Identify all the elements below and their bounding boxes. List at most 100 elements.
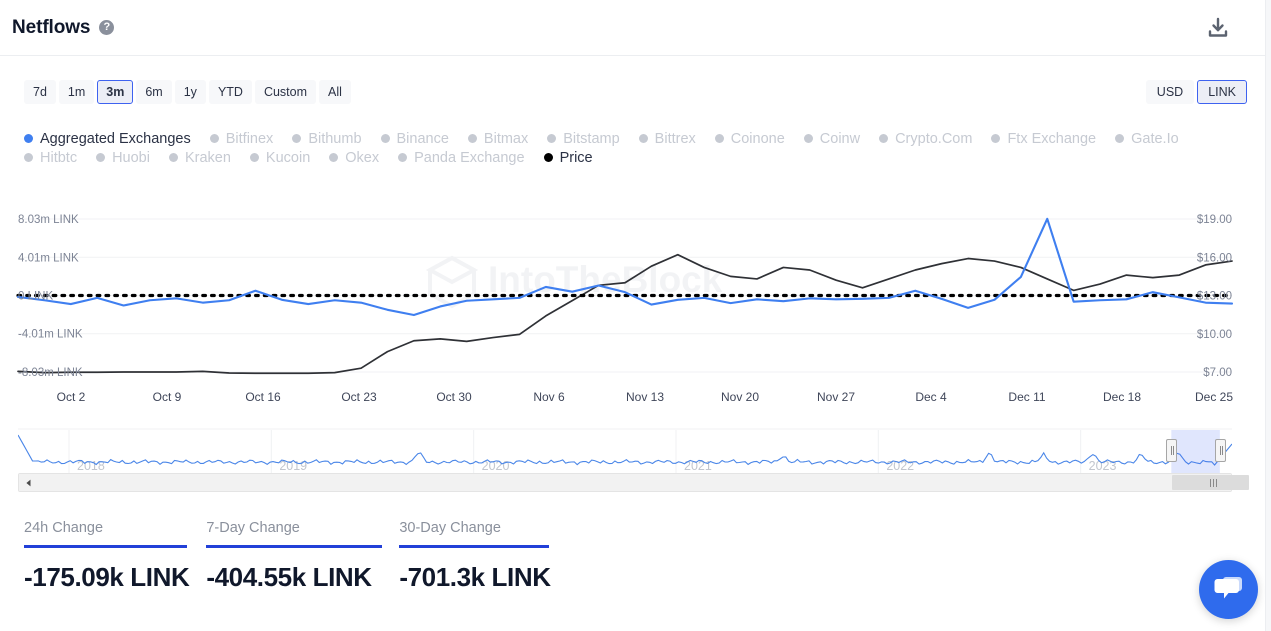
navigator-left-handle[interactable] — [1166, 439, 1178, 462]
svg-text:Oct 30: Oct 30 — [436, 390, 472, 404]
legend-item-label: Kucoin — [265, 149, 311, 166]
download-icon[interactable] — [1207, 17, 1229, 39]
legend-dot-icon — [168, 153, 178, 162]
legend-dot-icon — [638, 134, 648, 143]
stat-label: 30-Day Change — [399, 520, 501, 536]
legend-item-ftx-exchange[interactable]: Ftx Exchange — [991, 129, 1096, 148]
question-mark-icon[interactable]: ? — [99, 20, 115, 35]
stat-label: 7-Day Change — [206, 520, 300, 536]
svg-text:Nov 27: Nov 27 — [817, 390, 855, 404]
legend-dot-icon — [292, 134, 302, 143]
legend-item-gate-io[interactable]: Gate.Io — [1115, 129, 1179, 148]
svg-text:Oct 23: Oct 23 — [341, 390, 377, 404]
legend-item-label: Gate.Io — [1131, 130, 1179, 147]
svg-text:$7.00: $7.00 — [1203, 367, 1232, 379]
unit-button-usd[interactable]: USD — [1145, 80, 1195, 104]
legend-item-bitfinex[interactable]: Bitfinex — [209, 129, 274, 148]
stat-label: 24h Change — [24, 520, 104, 536]
svg-text:Dec 25: Dec 25 — [1195, 390, 1233, 404]
legend-dot-icon — [714, 134, 724, 143]
legend-item-bitmax[interactable]: Bitmax — [467, 129, 528, 148]
chart-controls: 7d 1m 3m 6m 1y YTD Custom All USD LINK — [0, 56, 1271, 114]
legend-dot-icon — [380, 134, 390, 143]
unit-selector: USD LINK — [1145, 80, 1247, 104]
range-button-all[interactable]: All — [319, 80, 351, 104]
range-button-7d[interactable]: 7d — [24, 80, 56, 104]
legend-item-label: Coinone — [730, 130, 785, 147]
navigator-scrollbar[interactable] — [18, 473, 1249, 492]
legend-dot-icon — [879, 134, 889, 143]
range-button-ytd[interactable]: YTD — [208, 80, 252, 104]
legend-dot-icon — [329, 153, 339, 162]
legend-item-label: Bittrex — [654, 130, 696, 147]
svg-text:2022: 2022 — [886, 459, 914, 473]
legend-item-label: Huobi — [112, 149, 150, 166]
legend-item-label: Kraken — [184, 149, 231, 166]
legend-item-coinone[interactable]: Coinone — [714, 129, 785, 148]
svg-text:2023: 2023 — [1089, 459, 1117, 473]
chart-canvas[interactable]: IntoTheBlock 8.03m LINK 4.01m LINK 0 LINK -4… — [0, 200, 1271, 415]
legend-dot-icon — [209, 134, 219, 143]
legend-dot-icon — [249, 153, 259, 162]
legend-item-kraken[interactable]: Kraken — [168, 148, 231, 167]
legend-item-aggregated-exchanges[interactable]: Aggregated Exchanges — [24, 129, 191, 148]
svg-text:Dec 4: Dec 4 — [915, 390, 947, 404]
stats-row: 24h Change -175.09k LINK 7-Day Change -4… — [24, 520, 568, 593]
svg-text:$16.00: $16.00 — [1197, 252, 1232, 264]
legend-item-coinw[interactable]: Coinw — [803, 129, 861, 148]
chart-navigator[interactable]: 2018 2019 2020 2021 2022 2023 — [18, 425, 1249, 493]
svg-text:$13.00: $13.00 — [1197, 291, 1232, 303]
legend-item-label: Panda Exchange — [414, 149, 525, 166]
stat-value: -175.09k LINK — [24, 562, 190, 592]
legend-item-label: Ftx Exchange — [1007, 130, 1097, 147]
legend-item-bitstamp[interactable]: Bitstamp — [547, 129, 620, 148]
legend-item-label: Bithumb — [308, 130, 362, 147]
legend-dot-icon — [803, 134, 813, 143]
legend-item-panda-exchange[interactable]: Panda Exchange — [398, 148, 525, 167]
legend-item-binance[interactable]: Binance — [380, 129, 449, 148]
range-button-6m[interactable]: 6m — [136, 80, 172, 104]
navigator-right-handle[interactable] — [1214, 439, 1226, 462]
svg-text:IntoTheBlock: IntoTheBlock — [488, 259, 723, 300]
svg-text:Nov 20: Nov 20 — [721, 390, 759, 404]
legend-item-label: Crypto.Com — [895, 130, 973, 147]
svg-text:Dec 18: Dec 18 — [1103, 390, 1141, 404]
stat-value: -404.55k LINK — [206, 562, 372, 592]
legend-dot-icon — [96, 153, 106, 162]
chart-legend: Aggregated Exchanges Bitfinex Bithumb Binan… — [24, 129, 1249, 167]
time-range-selector: 7d 1m 3m 6m 1y YTD Custom All — [24, 80, 351, 104]
chat-bubble-icon[interactable] — [1199, 560, 1258, 619]
legend-item-crypto-com[interactable]: Crypto.Com — [879, 129, 972, 148]
legend-dot-icon — [1115, 134, 1125, 143]
scrollbar-thumb[interactable] — [1172, 475, 1249, 490]
unit-button-link[interactable]: LINK — [1197, 80, 1247, 104]
svg-text:Nov 6: Nov 6 — [533, 390, 565, 404]
legend-item-bittrex[interactable]: Bittrex — [638, 129, 696, 148]
svg-text:Oct 2: Oct 2 — [57, 390, 86, 404]
legend-item-price[interactable]: Price — [543, 148, 593, 167]
legend-item-okex[interactable]: Okex — [329, 148, 379, 167]
legend-item-bithumb[interactable]: Bithumb — [292, 129, 362, 148]
legend-item-label: Binance — [396, 130, 449, 147]
range-button-1m[interactable]: 1m — [58, 80, 95, 104]
legend-dot-icon — [24, 153, 33, 162]
range-button-3m[interactable]: 3m — [97, 80, 134, 104]
legend-item-hitbtc[interactable]: Hitbtc — [24, 148, 77, 167]
range-button-1y[interactable]: 1y — [174, 80, 206, 104]
legend-item-label: Okex — [345, 149, 380, 166]
legend-item-kucoin[interactable]: Kucoin — [249, 148, 311, 167]
legend-dot-icon — [24, 134, 33, 143]
legend-item-huobi[interactable]: Huobi — [96, 148, 150, 167]
svg-text:0 LINK: 0 LINK — [18, 291, 53, 303]
stat-30day-change: 30-Day Change -701.3k LINK — [399, 520, 551, 593]
svg-text:8.03m LINK: 8.03m LINK — [18, 214, 79, 226]
legend-dot-icon — [991, 134, 1001, 143]
range-button-custom[interactable]: Custom — [254, 80, 317, 104]
arrow-left-icon[interactable] — [19, 474, 37, 491]
stat-underline — [399, 545, 550, 548]
page-title: Netflows — [12, 16, 91, 38]
stat-value: -701.3k LINK — [399, 562, 551, 592]
legend-item-label: Bitfinex — [225, 130, 274, 147]
legend-dot-icon — [467, 134, 477, 143]
legend-item-label: Coinw — [819, 130, 861, 147]
